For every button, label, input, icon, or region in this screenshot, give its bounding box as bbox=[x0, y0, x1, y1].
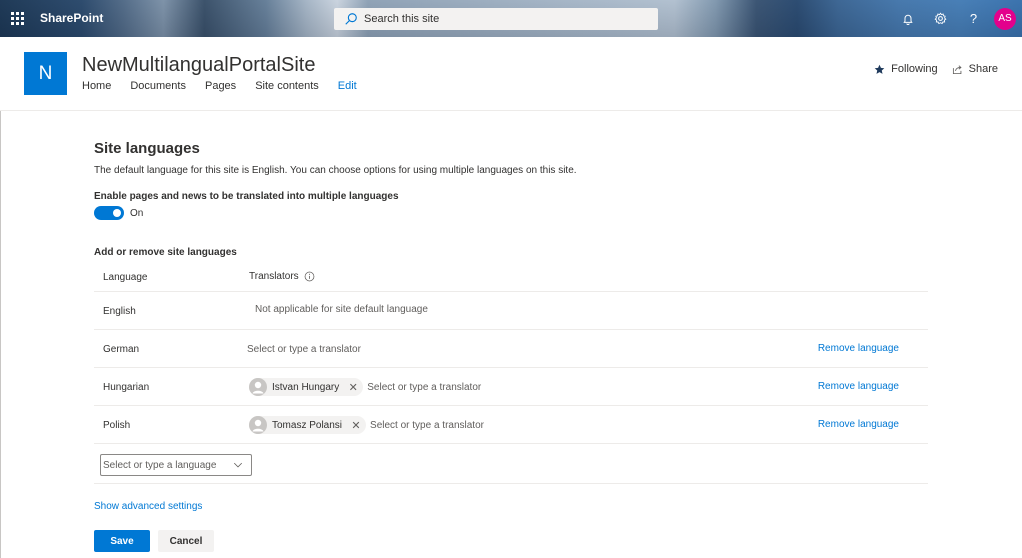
search-icon bbox=[345, 13, 357, 25]
user-avatar[interactable]: AS bbox=[994, 7, 1016, 30]
nav-documents[interactable]: Documents bbox=[130, 80, 186, 92]
translator-persona[interactable]: Istvan Hungary ✕ bbox=[249, 378, 364, 396]
translator-picker: Istvan Hungary ✕ bbox=[249, 377, 538, 397]
site-search-box[interactable] bbox=[334, 8, 658, 30]
remove-language-link[interactable]: Remove language bbox=[818, 381, 899, 392]
header-actions: Following Share bbox=[874, 63, 998, 75]
site-navigation: Home Documents Pages Site contents Edit bbox=[82, 80, 376, 92]
site-header: N NewMultilangualPortalSite Home Documen… bbox=[0, 37, 1022, 111]
following-button[interactable]: Following bbox=[874, 63, 938, 75]
remove-language-link[interactable]: Remove language bbox=[818, 419, 899, 430]
gear-icon bbox=[934, 12, 947, 25]
translation-toggle-label: Enable pages and news to be translated i… bbox=[94, 191, 399, 202]
translator-input[interactable] bbox=[247, 343, 417, 355]
site-logo[interactable]: N bbox=[24, 52, 67, 95]
suite-brand-link[interactable]: SharePoint bbox=[40, 0, 103, 37]
add-language-row: Select or type a language bbox=[94, 444, 928, 484]
show-advanced-settings-link[interactable]: Show advanced settings bbox=[94, 501, 202, 512]
suite-actions: ? AS bbox=[891, 0, 1016, 37]
add-language-dropdown[interactable]: Select or type a language bbox=[100, 454, 252, 476]
table-header: Language Translators bbox=[94, 264, 928, 292]
save-button[interactable]: Save bbox=[94, 530, 150, 552]
table-row: Hungarian Istvan Hungary ✕ Remove langua… bbox=[94, 368, 928, 406]
close-icon[interactable]: ✕ bbox=[347, 381, 359, 394]
remove-language-link[interactable]: Remove language bbox=[818, 343, 899, 354]
chevron-down-icon bbox=[233, 462, 243, 468]
nav-edit-link[interactable]: Edit bbox=[338, 80, 357, 92]
toggle-knob bbox=[113, 209, 121, 217]
language-name: English bbox=[103, 306, 136, 317]
cancel-button[interactable]: Cancel bbox=[158, 530, 214, 552]
site-title[interactable]: NewMultilangualPortalSite bbox=[82, 54, 315, 77]
search-input[interactable] bbox=[364, 8, 658, 30]
notifications-button[interactable] bbox=[891, 0, 924, 37]
column-header-language: Language bbox=[103, 272, 148, 283]
bell-icon bbox=[902, 14, 913, 25]
table-row: German Remove language bbox=[94, 330, 928, 368]
help-button[interactable]: ? bbox=[957, 0, 990, 37]
settings-button[interactable] bbox=[924, 0, 957, 37]
nav-pages[interactable]: Pages bbox=[205, 80, 236, 92]
page-description: The default language for this site is En… bbox=[94, 165, 577, 176]
waffle-icon bbox=[11, 12, 24, 25]
nav-site-contents[interactable]: Site contents bbox=[255, 80, 319, 92]
table-row: English Not applicable for site default … bbox=[94, 292, 928, 330]
nav-home[interactable]: Home bbox=[82, 80, 111, 92]
page-left-border bbox=[0, 111, 1, 558]
close-icon[interactable]: ✕ bbox=[350, 419, 362, 432]
translation-toggle-row: On bbox=[94, 206, 143, 220]
translation-toggle[interactable] bbox=[94, 206, 124, 220]
toggle-state-text: On bbox=[130, 207, 144, 219]
app-launcher-button[interactable] bbox=[0, 0, 35, 37]
info-icon[interactable] bbox=[304, 271, 315, 282]
translator-name: Tomasz Polansi bbox=[272, 419, 343, 431]
person-icon bbox=[249, 378, 267, 396]
default-language-note: Not applicable for site default language bbox=[255, 304, 428, 315]
languages-table: Language Translators English Not applica… bbox=[94, 264, 928, 484]
translators-header-label: Translators bbox=[249, 271, 299, 282]
share-icon bbox=[952, 64, 962, 74]
person-icon bbox=[249, 416, 267, 434]
share-label: Share bbox=[968, 63, 998, 75]
page-title: Site languages bbox=[94, 140, 200, 157]
language-name: Hungarian bbox=[103, 382, 150, 393]
translator-name: Istvan Hungary bbox=[272, 381, 340, 393]
suite-bar: SharePoint ? AS bbox=[0, 0, 1022, 37]
form-actions: Save Cancel bbox=[94, 530, 214, 552]
language-name: Polish bbox=[103, 420, 131, 431]
translator-input[interactable] bbox=[370, 419, 541, 431]
help-icon: ? bbox=[969, 11, 978, 26]
star-icon bbox=[874, 64, 885, 74]
section-label: Add or remove site languages bbox=[94, 247, 237, 258]
translator-picker bbox=[247, 339, 417, 359]
translator-picker: Tomasz Polansi ✕ bbox=[249, 415, 541, 435]
language-name: German bbox=[103, 344, 140, 355]
add-language-placeholder: Select or type a language bbox=[103, 459, 217, 471]
translator-input[interactable] bbox=[367, 381, 538, 393]
share-button[interactable]: Share bbox=[952, 63, 998, 75]
table-row: Polish Tomasz Polansi ✕ Remove language bbox=[94, 406, 928, 444]
following-label: Following bbox=[891, 63, 938, 75]
translator-persona[interactable]: Tomasz Polansi ✕ bbox=[249, 416, 367, 434]
column-header-translators: Translators bbox=[249, 271, 315, 282]
